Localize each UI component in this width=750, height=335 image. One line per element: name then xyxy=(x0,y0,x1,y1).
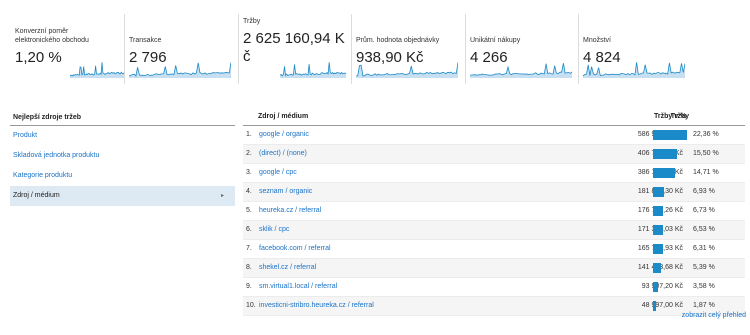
table-row: 3.google / cpc386 174,45 Kč14,71 % xyxy=(243,164,745,183)
sidebar-item-product[interactable]: Produkt xyxy=(10,126,235,146)
revenue-share-bar xyxy=(653,168,676,178)
row-number: 6. xyxy=(246,226,252,233)
top-revenue-sources-panel: Nejlepší zdroje tržeb Produkt Skladová j… xyxy=(10,113,235,206)
revenue-value: 48 997,00 Kč xyxy=(641,302,683,309)
source-medium-link[interactable]: facebook.com / referral xyxy=(259,240,331,258)
revenue-share-bar xyxy=(653,149,677,159)
table-row: 2.(direct) / (none)406 777,57 Kč15,50 % xyxy=(243,145,745,164)
source-medium-link[interactable]: heureka.cz / referral xyxy=(259,202,321,220)
row-number: 8. xyxy=(246,264,252,271)
revenue-share-bar xyxy=(653,244,663,254)
column-header-source: Zdroj / médium xyxy=(258,113,309,120)
metric-sparkline xyxy=(70,62,124,78)
revenue-share-bar xyxy=(653,187,664,197)
source-medium-link[interactable]: google / cpc xyxy=(259,164,297,182)
sidebar-item-label: Zdroj / médium xyxy=(13,192,60,199)
row-number: 2. xyxy=(246,150,252,157)
row-number: 4. xyxy=(246,188,252,195)
revenue-percent: 3,58 % xyxy=(693,283,715,290)
sidebar-item-label: Kategorie produktu xyxy=(13,172,73,179)
metric-quantity[interactable]: Množství 4 824 xyxy=(578,14,690,84)
revenue-value: 93 907,20 Kč xyxy=(641,283,683,290)
column-header-revenue-percent: Tržby v % xyxy=(654,113,687,120)
metric-label: elektronického obchodu xyxy=(15,37,89,44)
source-medium-link[interactable]: seznam / organic xyxy=(259,183,312,201)
metric-label: Prům. hodnota objednávky xyxy=(356,37,440,44)
metric-label: Tržby xyxy=(243,18,261,25)
panel-title: Nejlepší zdroje tržeb xyxy=(13,114,82,121)
metric-separator xyxy=(351,14,352,84)
row-number: 5. xyxy=(246,207,252,214)
row-number: 9. xyxy=(246,283,252,290)
metric-conversion-rate[interactable]: Konverzní poměr elektronického obchodu 1… xyxy=(10,14,124,84)
metric-transactions[interactable]: Transakce 2 796 xyxy=(124,14,238,84)
source-medium-table: Zdroj / médium Tržby Tržby v % 1. google … xyxy=(243,113,745,316)
revenue-share-bar xyxy=(653,301,656,311)
source-medium-link[interactable]: sm.virtual1.local / referral xyxy=(259,278,337,296)
source-medium-link[interactable]: google / organic xyxy=(259,126,309,144)
metric-value: 1,20 % xyxy=(15,49,62,66)
table-row: 6.sklik / cpc171 357,03 Kč6,53 % xyxy=(243,221,745,240)
view-full-report-link[interactable]: zobrazit celý přehled xyxy=(682,312,746,319)
metric-value: 2 625 160,94 K xyxy=(243,30,345,47)
source-medium-link[interactable]: investicni-stribro.heureka.cz / referral xyxy=(259,297,374,315)
sidebar-item-label: Skladová jednotka produktu xyxy=(13,152,100,159)
metric-revenue[interactable]: Tržby 2 625 160,94 K č xyxy=(238,14,351,84)
table-body: 1.google / organic586 917,54 Kč22,36 %2.… xyxy=(243,126,745,316)
revenue-percent: 22,36 % xyxy=(693,131,719,138)
sidebar-item-label: Produkt xyxy=(13,132,38,139)
metric-value: č xyxy=(243,48,251,65)
metric-separator xyxy=(578,14,579,84)
row-number: 7. xyxy=(246,245,252,252)
table-row: 7.facebook.com / referral165 773,93 Kč6,… xyxy=(243,240,745,259)
metric-avg-order-value[interactable]: Prům. hodnota objednávky 938,90 Kč xyxy=(351,14,465,84)
metric-sparkline xyxy=(280,62,346,78)
source-medium-link[interactable]: sklik / cpc xyxy=(259,221,289,239)
metric-sparkline xyxy=(470,62,572,78)
revenue-percent: 14,71 % xyxy=(693,169,719,176)
revenue-percent: 6,53 % xyxy=(693,226,715,233)
revenue-share-bar xyxy=(653,282,659,292)
sidebar-item-source-medium[interactable]: Zdroj / médium ▸ xyxy=(10,186,235,206)
metric-label: Množství xyxy=(583,37,612,44)
metric-separator xyxy=(124,14,125,84)
metric-label: Transakce xyxy=(129,37,162,44)
metric-separator xyxy=(465,14,466,84)
source-medium-link[interactable]: (direct) / (none) xyxy=(259,145,307,163)
revenue-percent: 6,31 % xyxy=(693,245,715,252)
sidebar-item-product-sku[interactable]: Skladová jednotka produktu xyxy=(10,146,235,166)
revenue-percent: 6,73 % xyxy=(693,207,715,214)
metric-label: Konverzní poměr xyxy=(15,28,69,35)
row-number: 3. xyxy=(246,169,252,176)
revenue-percent: 15,50 % xyxy=(693,150,719,157)
metric-sparkline xyxy=(129,62,231,78)
row-number: 10. xyxy=(246,302,256,309)
metric-label: Unikátní nákupy xyxy=(470,37,521,44)
table-row: 10. investicni-stribro.heureka.cz / refer… xyxy=(243,297,745,316)
revenue-share-bar xyxy=(653,206,664,216)
table-row: 4.seznam / organic181 833,30 Kč6,93 % xyxy=(243,183,745,202)
table-row: 8. shekel.cz / referral 141 453,68 Kč 5,39 … xyxy=(243,259,745,278)
metric-separator xyxy=(238,14,239,84)
revenue-percent: 6,93 % xyxy=(693,188,715,195)
revenue-share-bar xyxy=(653,225,663,235)
metric-sparkline xyxy=(583,62,685,78)
table-header: Zdroj / médium Tržby Tržby v % xyxy=(243,113,745,123)
source-medium-link[interactable]: shekel.cz / referral xyxy=(259,259,316,277)
row-number: 1. xyxy=(246,131,252,138)
revenue-share-bar xyxy=(653,263,662,273)
chevron-right-icon: ▸ xyxy=(220,193,224,199)
sidebar-item-product-category[interactable]: Kategorie produktu xyxy=(10,166,235,186)
revenue-percent: 5,39 % xyxy=(693,264,715,271)
metric-unique-purchases[interactable]: Unikátní nákupy 4 266 xyxy=(465,14,578,84)
table-row: 9. sm.virtual1.local / referral 93 907,20 … xyxy=(243,278,745,297)
metric-sparkline xyxy=(356,62,458,78)
table-row: 5.heureka.cz / referral176 768,26 Kč6,73… xyxy=(243,202,745,221)
revenue-share-bar xyxy=(653,130,687,140)
metrics-strip: Konverzní poměr elektronického obchodu 1… xyxy=(10,14,740,84)
table-row: 1.google / organic586 917,54 Kč22,36 % xyxy=(243,126,745,145)
